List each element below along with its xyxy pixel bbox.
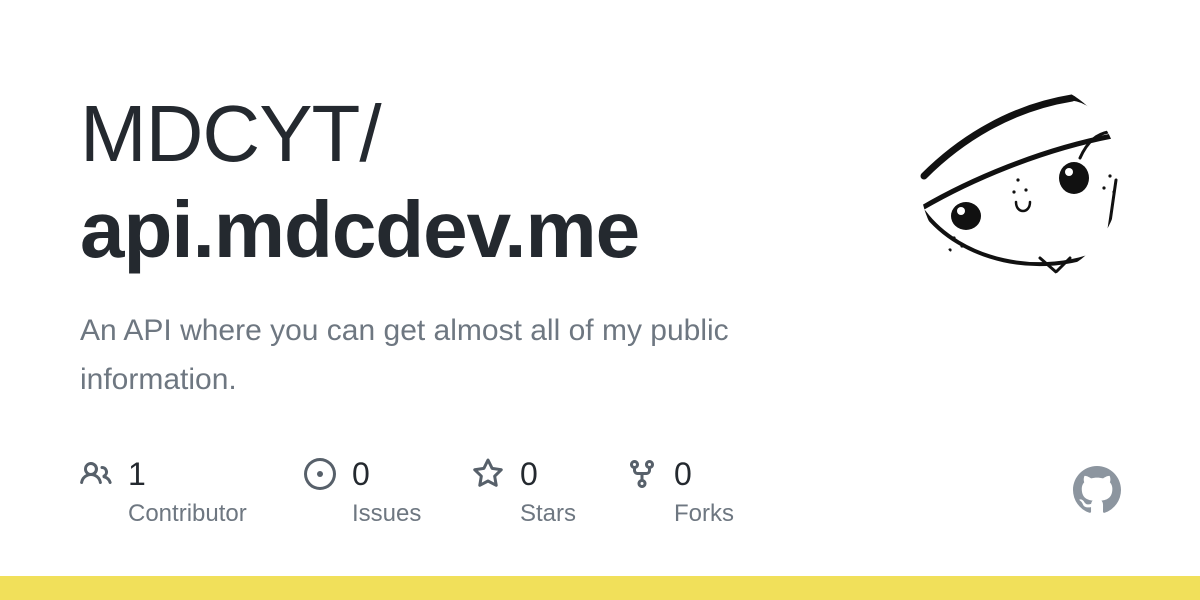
star-icon xyxy=(472,458,504,490)
stat-value: 0 xyxy=(352,456,370,492)
repo-forked-icon xyxy=(626,458,658,490)
stat-label: Forks xyxy=(674,500,734,527)
repo-owner: MDCYT/ xyxy=(80,89,382,178)
language-segment-javascript xyxy=(0,576,1200,600)
stat-value: 1 xyxy=(128,456,146,492)
stat-value: 0 xyxy=(674,456,692,492)
repo-description: An API where you can get almost all of m… xyxy=(80,314,729,396)
issue-opened-icon xyxy=(304,458,336,490)
stat-value: 0 xyxy=(520,456,538,492)
repo-name: api.mdcdev.me xyxy=(80,185,640,274)
people-icon xyxy=(80,458,112,490)
stat-label: Issues xyxy=(352,500,422,527)
github-logo-icon xyxy=(1073,466,1121,514)
repo-social-card: MDCYT/ api.mdcdev.me An API where you ca… xyxy=(0,0,1200,600)
stat-label: Contributor xyxy=(128,500,247,527)
avatar-drawing-icon xyxy=(920,94,1119,275)
stat-label: Stars xyxy=(520,500,577,527)
language-bar xyxy=(0,576,1200,600)
owner-avatar xyxy=(920,80,1120,280)
